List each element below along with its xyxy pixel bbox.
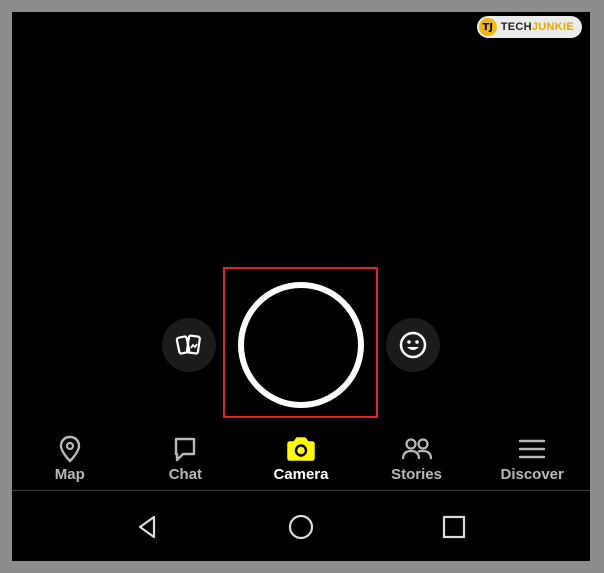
tab-camera[interactable]: Camera	[243, 430, 359, 490]
back-triangle-icon	[139, 515, 156, 538]
people-icon	[401, 438, 432, 460]
tab-discover[interactable]: Discover	[474, 430, 590, 490]
tab-map[interactable]: Map	[12, 430, 128, 490]
tab-label: Discover	[500, 466, 564, 483]
watermark-suffix: JUNKIE	[531, 21, 574, 33]
smiley-lens-icon	[399, 331, 427, 359]
nav-home-button[interactable]	[281, 507, 321, 547]
map-pin-icon	[59, 435, 80, 463]
camera-icon	[287, 437, 315, 461]
tab-chat[interactable]: Chat	[128, 430, 244, 490]
techjunkie-watermark: TJ TECHJUNKIE	[476, 16, 582, 38]
home-circle-icon	[288, 514, 314, 539]
nav-recents-button[interactable]	[434, 507, 474, 547]
tab-stories[interactable]: Stories	[359, 430, 475, 490]
tab-label: Map	[54, 466, 85, 483]
phone-screen: TJ TECHJUNKIE Map Chat Camera Stories Di…	[12, 12, 590, 561]
recents-square-icon	[442, 515, 465, 538]
memories-button[interactable]	[162, 318, 216, 372]
lens-button[interactable]	[386, 318, 440, 372]
tab-label: Stories	[391, 466, 442, 483]
tab-label: Chat	[168, 466, 203, 483]
tab-label: Camera	[273, 466, 329, 483]
nav-back-button[interactable]	[128, 507, 168, 547]
techjunkie-logo-icon: TJ	[478, 18, 497, 36]
hamburger-lines-icon	[518, 439, 546, 459]
memories-cards-icon	[175, 334, 201, 355]
shutter-button[interactable]	[238, 282, 364, 408]
android-nav-bar	[12, 492, 590, 561]
device-frame: TJ TECHJUNKIE Map Chat Camera Stories Di…	[0, 0, 604, 573]
watermark-prefix: TECH	[500, 21, 532, 33]
chat-bubble-icon	[175, 437, 196, 462]
watermark-text: TECHJUNKIE	[501, 21, 574, 33]
bottom-tab-bar: Map Chat Camera Stories Discover	[12, 430, 590, 491]
